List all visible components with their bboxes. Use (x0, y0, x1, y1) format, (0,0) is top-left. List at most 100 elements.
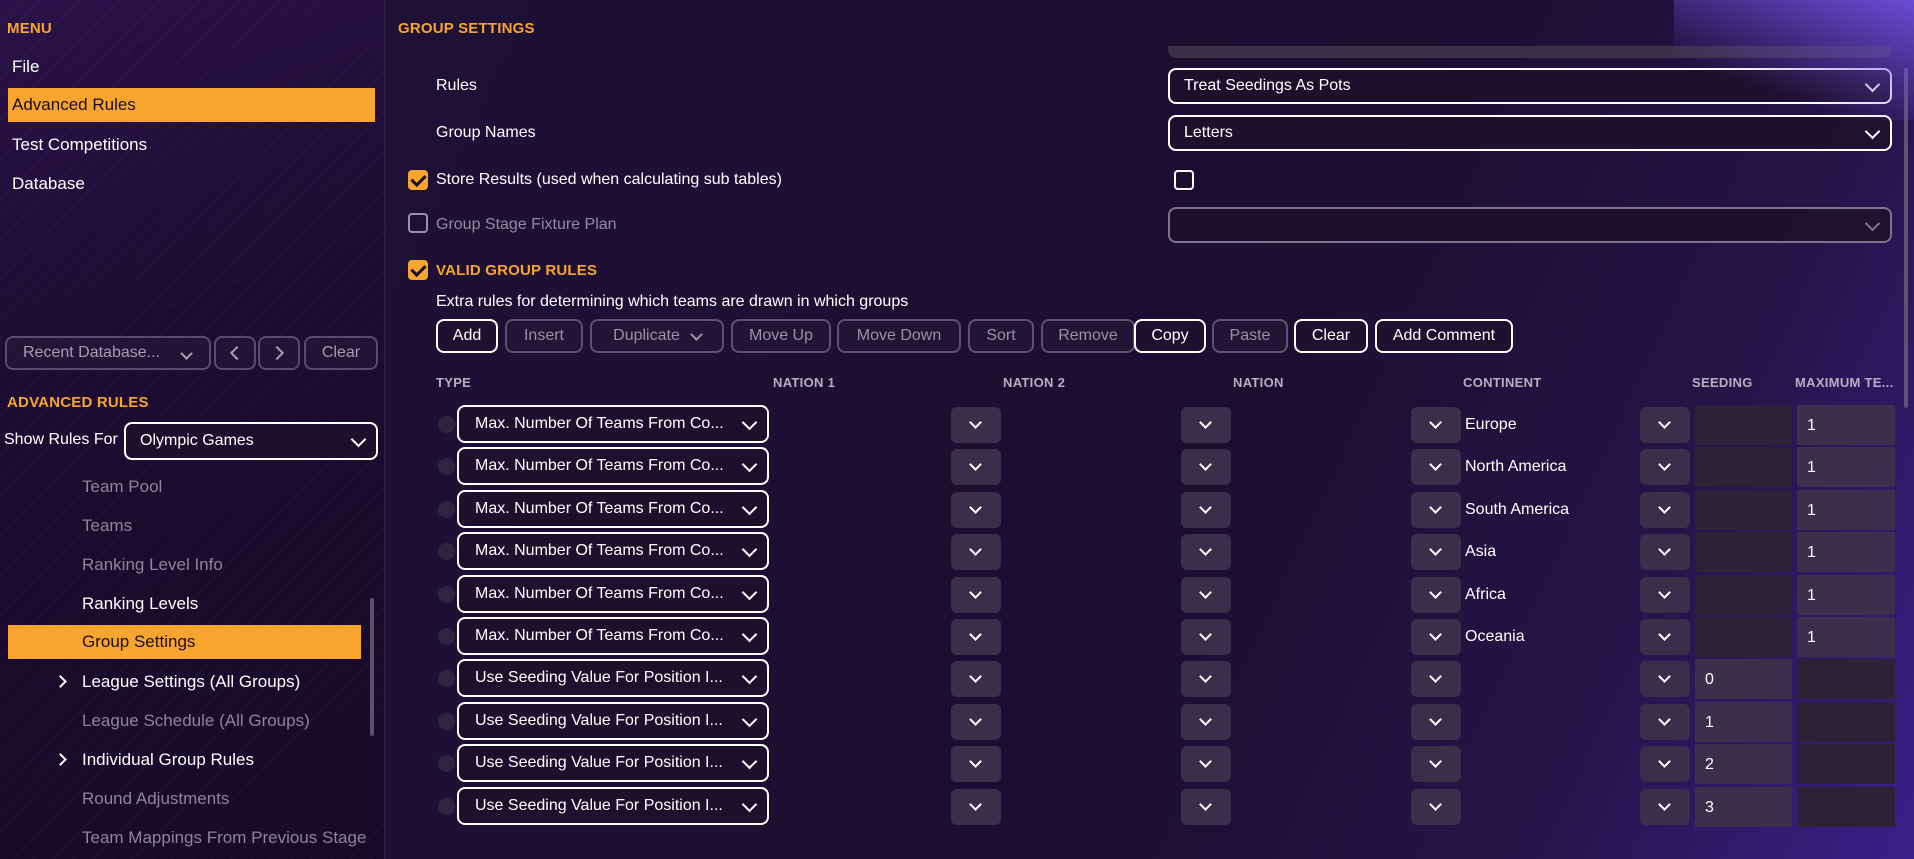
table-row[interactable]: Max. Number Of Teams From Co... Asia 1 (386, 532, 1914, 573)
seeding-field[interactable] (1695, 574, 1792, 615)
max-teams-field[interactable] (1797, 744, 1895, 785)
move-down-button[interactable]: Move Down (837, 319, 961, 353)
tree-item-team-pool[interactable]: Team Pool (82, 477, 162, 497)
tree-item-individual-group-rules[interactable]: Individual Group Rules (82, 750, 254, 770)
max-teams-field[interactable] (1797, 701, 1895, 742)
type-select[interactable]: Use Seeding Value For Position I... (457, 659, 769, 698)
continent-dropdown[interactable] (1640, 788, 1690, 825)
fixture-plan-select[interactable] (1168, 207, 1892, 243)
column-header-nation1[interactable]: NATION 1 (773, 375, 835, 390)
table-row[interactable]: Use Seeding Value For Position I... 2 (386, 744, 1914, 785)
continent-dropdown[interactable] (1640, 703, 1690, 740)
nation2-dropdown[interactable] (1181, 534, 1231, 571)
nation2-dropdown[interactable] (1181, 619, 1231, 655)
menu-item-database[interactable]: Database (12, 174, 85, 194)
type-select[interactable]: Max. Number Of Teams From Co... (457, 617, 769, 655)
chevron-right-icon[interactable] (54, 753, 67, 766)
type-select[interactable]: Use Seeding Value For Position I... (457, 744, 769, 783)
store-results-checkbox[interactable] (408, 170, 428, 190)
seeding-field[interactable] (1695, 532, 1792, 573)
table-row[interactable]: Max. Number Of Teams From Co... Oceania 1 (386, 617, 1914, 657)
max-teams-field[interactable]: 1 (1797, 405, 1895, 445)
nation1-dropdown[interactable] (951, 576, 1001, 613)
tree-item-league-settings[interactable]: League Settings (All Groups) (82, 672, 300, 692)
max-teams-field[interactable]: 1 (1797, 574, 1895, 615)
nation1-dropdown[interactable] (951, 534, 1001, 571)
nation-dropdown[interactable] (1411, 788, 1461, 825)
tree-item-league-schedule[interactable]: League Schedule (All Groups) (82, 711, 310, 731)
seeding-field[interactable] (1695, 447, 1792, 488)
nation2-dropdown[interactable] (1181, 491, 1231, 528)
table-row[interactable]: Use Seeding Value For Position I... 3 (386, 786, 1914, 827)
row-select-radio[interactable] (438, 458, 455, 476)
seeding-field[interactable]: 1 (1695, 701, 1792, 742)
nation2-dropdown[interactable] (1181, 703, 1231, 740)
row-select-radio[interactable] (438, 755, 455, 773)
nation2-dropdown[interactable] (1181, 449, 1231, 486)
max-teams-field[interactable]: 1 (1797, 532, 1895, 573)
back-button[interactable] (214, 336, 256, 370)
row-select-radio[interactable] (438, 712, 455, 730)
nation1-dropdown[interactable] (951, 491, 1001, 528)
nation1-dropdown[interactable] (951, 788, 1001, 825)
type-select[interactable]: Max. Number Of Teams From Co... (457, 532, 769, 571)
type-select[interactable]: Max. Number Of Teams From Co... (457, 574, 769, 613)
nation-dropdown[interactable] (1411, 661, 1461, 698)
type-select[interactable]: Max. Number Of Teams From Co... (457, 489, 769, 528)
table-row[interactable]: Use Seeding Value For Position I... 1 (386, 701, 1914, 742)
continent-dropdown[interactable] (1640, 449, 1690, 486)
paste-button[interactable]: Paste (1212, 319, 1288, 353)
max-teams-field[interactable] (1797, 786, 1895, 827)
table-row[interactable]: Max. Number Of Teams From Co... Africa 1 (386, 574, 1914, 615)
move-up-button[interactable]: Move Up (731, 319, 831, 353)
nation-dropdown[interactable] (1411, 407, 1461, 443)
type-select[interactable]: Max. Number Of Teams From Co... (457, 405, 769, 443)
nation-dropdown[interactable] (1411, 449, 1461, 486)
row-select-radio[interactable] (438, 543, 455, 561)
continent-dropdown[interactable] (1640, 576, 1690, 613)
sidebar-scrollbar[interactable] (370, 598, 374, 736)
nation1-dropdown[interactable] (951, 619, 1001, 655)
table-row[interactable]: Max. Number Of Teams From Co... South Ame… (386, 489, 1914, 530)
table-row[interactable]: Use Seeding Value For Position I... 0 (386, 659, 1914, 700)
tree-item-teams[interactable]: Teams (82, 516, 132, 536)
tree-item-ranking-levels[interactable]: Ranking Levels (82, 594, 198, 614)
nation-dropdown[interactable] (1411, 703, 1461, 740)
row-select-radio[interactable] (438, 500, 455, 518)
store-results-value-checkbox[interactable] (1174, 170, 1194, 190)
nation-dropdown[interactable] (1411, 746, 1461, 783)
menu-item-test-competitions[interactable]: Test Competitions (12, 135, 147, 155)
column-header-nation2[interactable]: NATION 2 (1003, 375, 1065, 390)
seeding-field[interactable] (1695, 617, 1792, 657)
tree-item-ranking-level-info[interactable]: Ranking Level Info (82, 555, 223, 575)
continent-dropdown[interactable] (1640, 407, 1690, 443)
duplicate-button[interactable]: Duplicate (590, 319, 724, 353)
menu-item-file[interactable]: File (12, 57, 39, 77)
seeding-field[interactable] (1695, 489, 1792, 530)
table-row[interactable]: Max. Number Of Teams From Co... Europe 1 (386, 405, 1914, 445)
seeding-field[interactable]: 2 (1695, 744, 1792, 785)
sort-button[interactable]: Sort (968, 319, 1034, 353)
column-header-nation[interactable]: NATION (1233, 375, 1284, 390)
type-select[interactable]: Max. Number Of Teams From Co... (457, 447, 769, 486)
add-comment-button[interactable]: Add Comment (1375, 319, 1513, 353)
nation1-dropdown[interactable] (951, 407, 1001, 443)
seeding-field[interactable]: 0 (1695, 659, 1792, 700)
copy-button[interactable]: Copy (1134, 319, 1206, 353)
valid-group-rules-checkbox[interactable] (408, 260, 428, 280)
continent-dropdown[interactable] (1640, 491, 1690, 528)
column-header-continent[interactable]: CONTINENT (1463, 375, 1542, 390)
row-select-radio[interactable] (438, 670, 455, 688)
nation2-dropdown[interactable] (1181, 746, 1231, 783)
row-select-radio[interactable] (438, 628, 455, 645)
max-teams-field[interactable]: 1 (1797, 447, 1895, 488)
show-rules-for-select[interactable]: Olympic Games (124, 422, 378, 460)
fixture-plan-checkbox[interactable] (408, 213, 428, 233)
nation2-dropdown[interactable] (1181, 407, 1231, 443)
nation2-dropdown[interactable] (1181, 661, 1231, 698)
column-header-max-teams[interactable]: MAXIMUM TE... (1795, 375, 1894, 390)
nation-dropdown[interactable] (1411, 576, 1461, 613)
group-names-select[interactable]: Letters (1168, 115, 1892, 151)
add-button[interactable]: Add (436, 319, 498, 353)
nation-dropdown[interactable] (1411, 534, 1461, 571)
